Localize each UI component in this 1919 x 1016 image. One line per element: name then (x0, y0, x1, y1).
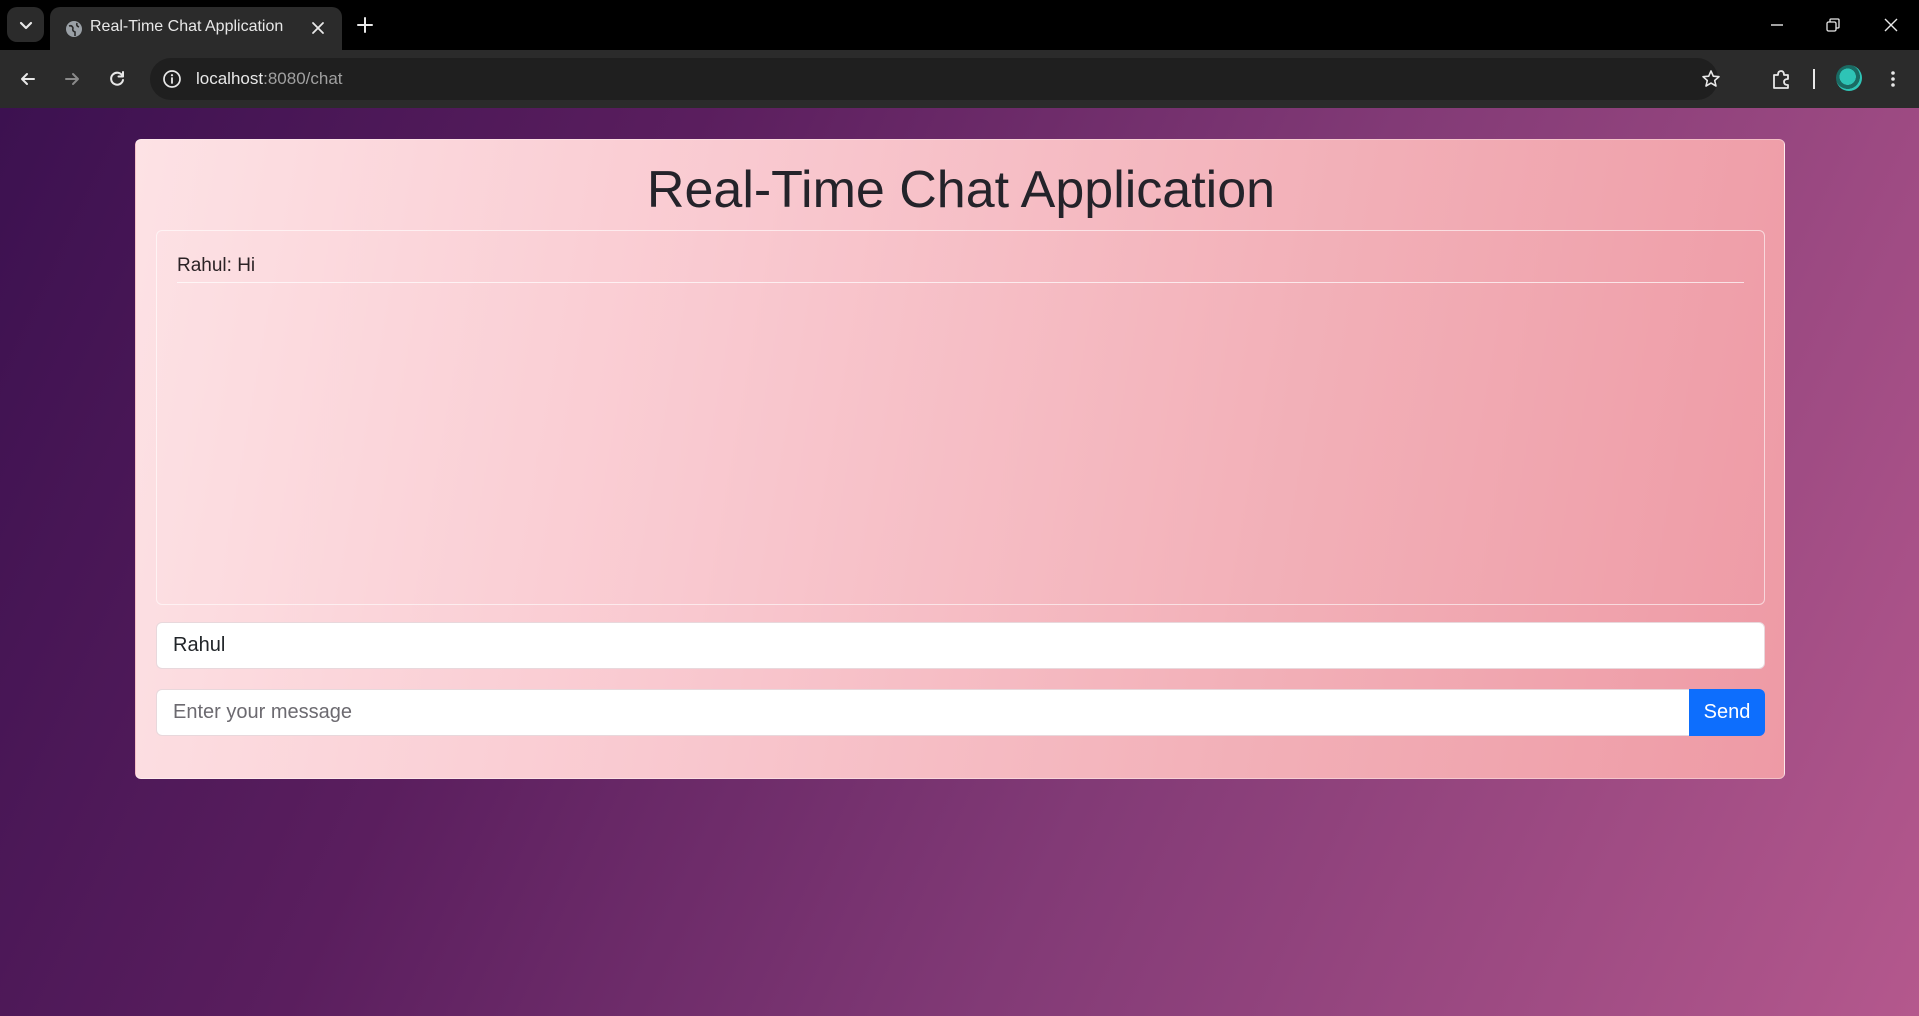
extensions-button[interactable] (1765, 63, 1797, 95)
toolbar-divider (1813, 69, 1815, 89)
send-button[interactable]: Send (1689, 689, 1765, 736)
restore-icon (1826, 18, 1840, 32)
browser-chrome: Real-Time Chat Application localhost:808… (0, 0, 1919, 108)
star-icon (1702, 70, 1720, 87)
arrow-right-icon (65, 73, 79, 85)
page-background: Real-Time Chat Application Rahul: Hi Sen… (0, 108, 1919, 1016)
url-host: localhost (196, 69, 264, 88)
message-input[interactable] (156, 689, 1691, 736)
close-icon (312, 22, 324, 34)
address-bar[interactable]: localhost:8080/chat (150, 58, 1720, 100)
username-input[interactable] (156, 622, 1765, 669)
puzzle-icon (1773, 70, 1789, 89)
browser-menu-button[interactable] (1877, 63, 1909, 95)
close-window-button[interactable] (1876, 10, 1906, 40)
profile-avatar[interactable] (1836, 65, 1862, 91)
chat-card: Real-Time Chat Application Rahul: Hi Sen… (135, 139, 1785, 779)
reload-button[interactable] (101, 63, 133, 95)
forward-button[interactable] (56, 63, 88, 95)
message-item: Rahul: Hi (177, 255, 1744, 283)
url-text: localhost:8080/chat (196, 69, 343, 89)
page-title: Real-Time Chat Application (646, 161, 1276, 219)
more-vertical-icon (1891, 71, 1895, 87)
close-icon (1884, 18, 1898, 32)
new-tab-button[interactable] (352, 12, 378, 38)
globe-icon (66, 21, 82, 37)
message-list: Rahul: Hi (156, 230, 1765, 605)
site-info-button[interactable] (160, 67, 184, 91)
chevron-down-icon (19, 21, 32, 29)
restore-button[interactable] (1818, 10, 1848, 40)
minimize-button[interactable] (1762, 10, 1792, 40)
tab-strip: Real-Time Chat Application (0, 0, 1919, 50)
tab-search-button[interactable] (7, 7, 44, 42)
url-path: :8080/chat (263, 69, 343, 88)
browser-toolbar: localhost:8080/chat (0, 50, 1919, 108)
info-icon (163, 70, 181, 88)
back-button[interactable] (12, 63, 44, 95)
tab-title: Real-Time Chat Application (90, 18, 284, 35)
arrow-left-icon (21, 73, 35, 85)
minimize-icon (1771, 24, 1783, 26)
plus-icon (357, 17, 373, 33)
close-tab-button[interactable] (308, 18, 328, 38)
reload-icon (110, 71, 124, 86)
active-tab[interactable]: Real-Time Chat Application (50, 7, 342, 50)
bookmark-button[interactable] (1699, 67, 1723, 91)
